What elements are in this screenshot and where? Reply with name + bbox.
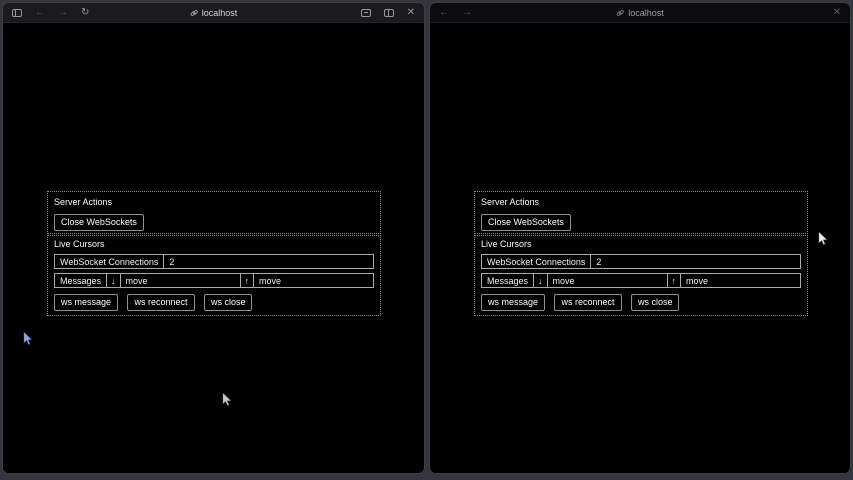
live-cursors-title: Live Cursors — [54, 239, 374, 249]
arrow-up-icon: ↑ — [667, 274, 681, 287]
outgoing-message-value: move — [680, 274, 800, 287]
mouse-pointer-icon — [222, 392, 232, 407]
browser-window-left: ← → ↻ localhost ✕ Server Actions — [2, 2, 425, 474]
close-websockets-button[interactable]: Close WebSockets — [54, 214, 144, 231]
incoming-message-value: move — [547, 274, 667, 287]
page-title: localhost — [202, 8, 238, 18]
page-title: localhost — [628, 8, 664, 18]
address-title[interactable]: localhost — [616, 8, 664, 18]
incoming-message-value: move — [120, 274, 240, 287]
title-bar: ← → ↻ localhost ✕ — [3, 3, 424, 23]
ws-reconnect-button[interactable]: ws reconnect — [554, 294, 621, 311]
ws-close-button[interactable]: ws close — [204, 294, 253, 311]
messages-label: Messages — [482, 274, 533, 287]
sidebar-toggle-icon[interactable] — [12, 9, 22, 17]
connections-row: WebSocket Connections 2 — [54, 254, 374, 269]
arrow-up-icon: ↑ — [240, 274, 254, 287]
connections-value: 2 — [590, 255, 800, 268]
messages-label: Messages — [55, 274, 106, 287]
ws-buttons-row: ws message ws reconnect ws close — [54, 292, 374, 311]
forward-button[interactable]: → — [462, 8, 472, 18]
server-actions-panel: Server Actions Close WebSockets — [47, 191, 381, 236]
connections-label: WebSocket Connections — [55, 255, 163, 268]
toolbar-left-group: ← → ↻ — [12, 8, 89, 18]
forward-button[interactable]: → — [58, 8, 68, 18]
page-settings-icon[interactable] — [361, 9, 371, 17]
back-button[interactable]: ← — [439, 8, 449, 18]
close-websockets-button[interactable]: Close WebSockets — [481, 214, 571, 231]
messages-row: Messages ↓ move ↑ move — [481, 273, 801, 288]
mouse-pointer-icon — [818, 231, 828, 246]
ws-close-button[interactable]: ws close — [631, 294, 680, 311]
remote-live-cursor-icon — [23, 331, 33, 346]
back-button[interactable]: ← — [35, 8, 45, 18]
ws-buttons-row: ws message ws reconnect ws close — [481, 292, 801, 311]
toolbar-right-group: ✕ — [361, 8, 415, 18]
live-cursors-panel: Live Cursors WebSocket Connections 2 Mes… — [474, 233, 808, 316]
connections-value: 2 — [163, 255, 373, 268]
arrow-down-icon: ↓ — [106, 274, 120, 287]
close-icon[interactable]: ✕ — [407, 8, 415, 18]
ws-reconnect-button[interactable]: ws reconnect — [127, 294, 194, 311]
page-content: Server Actions Close WebSockets Live Cur… — [3, 23, 424, 473]
reload-button[interactable]: ↻ — [81, 8, 89, 18]
live-cursors-title: Live Cursors — [481, 239, 801, 249]
outgoing-message-value: move — [253, 274, 373, 287]
arrow-down-icon: ↓ — [533, 274, 547, 287]
live-cursors-panel: Live Cursors WebSocket Connections 2 Mes… — [47, 233, 381, 316]
server-actions-title: Server Actions — [54, 197, 374, 207]
ws-message-button[interactable]: ws message — [54, 294, 118, 311]
toolbar-right-group: ✕ — [833, 8, 841, 18]
messages-row: Messages ↓ move ↑ move — [54, 273, 374, 288]
page-content: Server Actions Close WebSockets Live Cur… — [430, 23, 850, 473]
server-actions-panel: Server Actions Close WebSockets — [474, 191, 808, 236]
connections-label: WebSocket Connections — [482, 255, 590, 268]
toolbar-left-group: ← → — [439, 8, 472, 18]
split-view-icon[interactable] — [384, 9, 394, 17]
browser-window-right: ← → localhost ✕ Server Actions Close Web… — [429, 2, 851, 474]
title-bar: ← → localhost ✕ — [430, 3, 850, 23]
ws-message-button[interactable]: ws message — [481, 294, 545, 311]
link-icon — [616, 9, 624, 17]
server-actions-title: Server Actions — [481, 197, 801, 207]
close-icon[interactable]: ✕ — [833, 8, 841, 18]
address-title[interactable]: localhost — [190, 8, 238, 18]
connections-row: WebSocket Connections 2 — [481, 254, 801, 269]
link-icon — [190, 9, 198, 17]
